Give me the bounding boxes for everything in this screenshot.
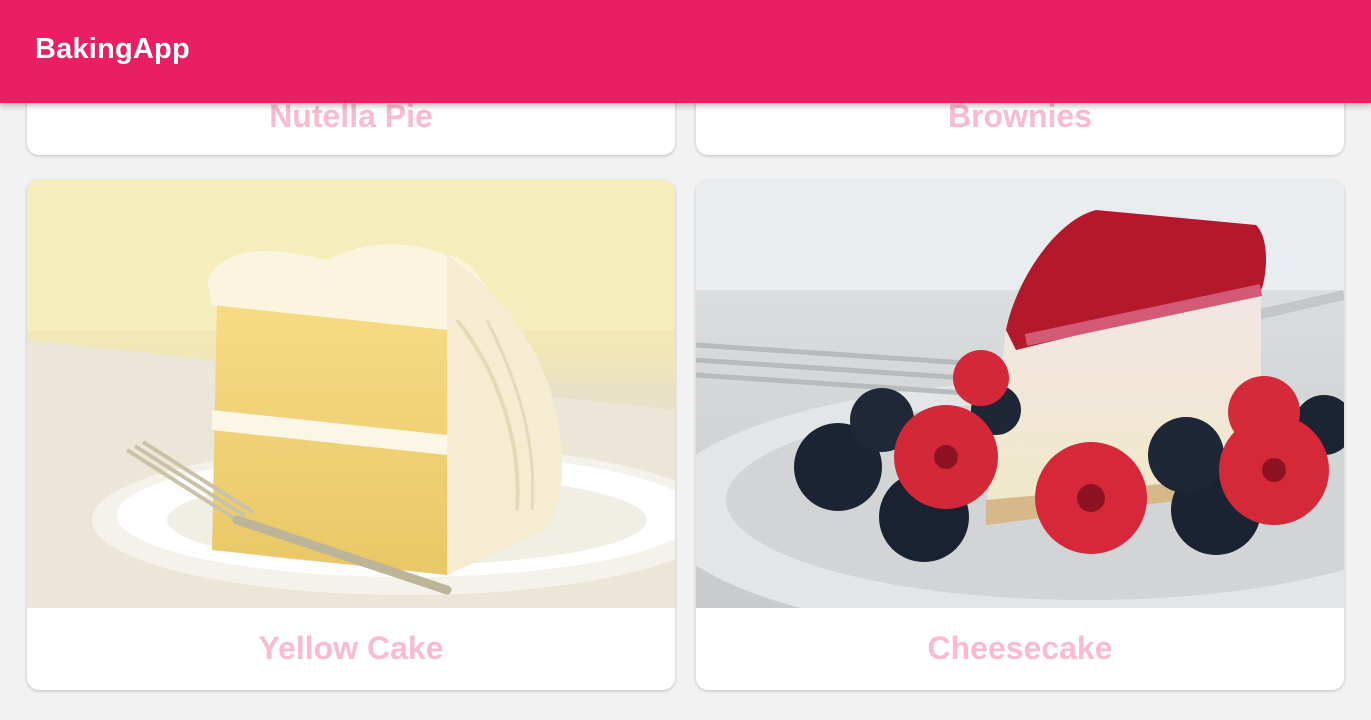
- recipe-card-yellow-cake[interactable]: Yellow Cake: [27, 180, 675, 690]
- recipe-grid: Nutella Pie Brownies Yellow Cake Cheesec…: [0, 0, 1371, 720]
- recipe-name: Nutella Pie: [269, 98, 433, 134]
- recipe-image-cheesecake: [696, 180, 1344, 608]
- app-bar: BakingApp: [0, 0, 1371, 103]
- recipe-name: Brownies: [947, 98, 1093, 134]
- recipe-card-cheesecake[interactable]: Cheesecake: [696, 180, 1344, 690]
- recipe-name: Yellow Cake: [258, 630, 444, 666]
- recipe-name: Cheesecake: [927, 630, 1113, 666]
- app-title: BakingApp: [35, 33, 190, 65]
- recipe-image-yellow-cake: [27, 180, 675, 608]
